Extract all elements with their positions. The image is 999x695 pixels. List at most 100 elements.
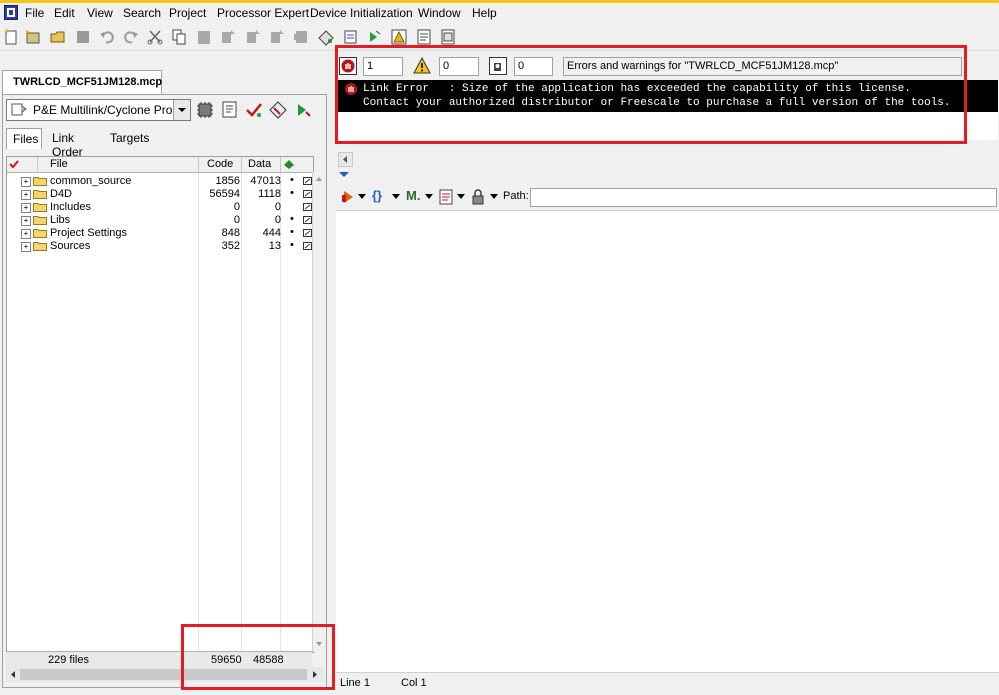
table-row[interactable]: + Includes 0 0 xyxy=(7,201,313,214)
braces-icon[interactable]: {} xyxy=(372,188,382,203)
source-editor[interactable] xyxy=(336,210,999,673)
menu-file[interactable]: File xyxy=(25,6,44,20)
debug-flag-icon[interactable] xyxy=(303,203,312,211)
menu-device-initialization[interactable]: Device Initialization xyxy=(310,6,413,20)
menu-help[interactable]: Help xyxy=(472,6,497,20)
app-icon[interactable] xyxy=(4,5,18,20)
tab-link-order-label: Link Order xyxy=(52,131,83,159)
expand-icon[interactable]: + xyxy=(21,216,31,226)
table-row[interactable]: + Libs 0 0 • xyxy=(7,213,313,227)
redo-icon[interactable] xyxy=(122,28,140,46)
folder-icon xyxy=(33,203,47,212)
chevron-down-icon[interactable] xyxy=(392,194,400,200)
expand-icon[interactable]: + xyxy=(21,203,31,213)
bean-inspector-icon[interactable] xyxy=(439,28,457,46)
debug-flag-icon[interactable] xyxy=(303,216,312,224)
path-field[interactable] xyxy=(530,188,997,207)
menu-view[interactable]: View xyxy=(87,6,113,20)
compile-icon[interactable] xyxy=(219,28,237,46)
target-settings-icon[interactable] xyxy=(195,100,215,120)
folder-icon xyxy=(33,242,47,251)
disassemble-icon[interactable] xyxy=(293,28,311,46)
build-icon[interactable] xyxy=(342,28,360,46)
scroll-up-icon[interactable] xyxy=(314,174,324,184)
debug-run-icon[interactable] xyxy=(293,100,313,120)
menu-processor-expert[interactable]: Processor Expert xyxy=(217,6,309,20)
column-header-check[interactable] xyxy=(7,157,38,173)
column-header-data[interactable]: Data xyxy=(242,157,281,173)
expand-icon[interactable]: + xyxy=(21,242,31,252)
new-project-icon[interactable] xyxy=(24,28,42,46)
expand-icon[interactable]: + xyxy=(21,177,31,187)
debug-icon[interactable] xyxy=(366,28,384,46)
bug-icon xyxy=(284,160,294,169)
project-window-tab[interactable]: TWRLCD_MCF51JM128.mcp xyxy=(2,70,162,95)
target-dropdown-arrow[interactable] xyxy=(173,100,190,120)
scroll-left-icon[interactable] xyxy=(8,669,18,680)
chevron-down-icon[interactable] xyxy=(338,171,350,179)
menu-search[interactable]: Search xyxy=(123,6,161,20)
debug-flag-icon[interactable] xyxy=(303,242,312,250)
device-init-icon[interactable] xyxy=(415,28,433,46)
target-icon xyxy=(11,103,27,116)
tab-files[interactable]: Files xyxy=(6,128,42,149)
expand-icon[interactable]: + xyxy=(21,229,31,239)
new-file-icon[interactable] xyxy=(2,28,20,46)
row-name: common_source xyxy=(50,175,132,187)
collapse-left-button[interactable] xyxy=(338,152,353,167)
save-icon[interactable] xyxy=(74,28,92,46)
target-dot-icon[interactable]: • xyxy=(290,239,294,251)
debug-flag-icon[interactable] xyxy=(303,229,312,237)
functions-icon[interactable] xyxy=(340,189,356,205)
debug-flag-icon[interactable] xyxy=(303,177,312,185)
target-dot-icon[interactable]: • xyxy=(290,213,294,225)
file-table: File Code Data + common_source 1856 4701… xyxy=(6,156,314,653)
paste-icon[interactable] xyxy=(195,28,213,46)
chevron-down-icon[interactable] xyxy=(358,194,366,200)
status-bar: Line 1 Col 1 xyxy=(336,672,999,695)
table-row[interactable]: + D4D 56594 1118 • xyxy=(7,187,313,201)
make-diamond-icon[interactable] xyxy=(268,100,288,120)
copy-icon[interactable] xyxy=(170,28,188,46)
menu-window[interactable]: Window xyxy=(418,6,461,20)
chevron-down-icon[interactable] xyxy=(490,194,498,200)
preprocess-icon[interactable] xyxy=(268,28,286,46)
highlight-box-totals xyxy=(181,624,335,690)
processor-expert-icon[interactable] xyxy=(390,28,408,46)
checkmark-icon xyxy=(9,160,19,169)
menu-edit[interactable]: Edit xyxy=(54,6,75,20)
target-dot-icon[interactable]: • xyxy=(290,226,294,238)
row-code: 1856 xyxy=(215,175,240,187)
chevron-down-icon[interactable] xyxy=(457,194,465,200)
target-dot-icon[interactable]: • xyxy=(290,174,294,186)
target-dropdown[interactable]: P&E Multilink/Cyclone Pro xyxy=(6,99,191,121)
document-icon[interactable] xyxy=(439,189,453,205)
open-folder-icon[interactable] xyxy=(49,28,67,46)
column-header-code[interactable]: Code xyxy=(199,157,242,173)
file-table-vertical-scrollbar[interactable] xyxy=(312,172,325,651)
tab-targets[interactable]: Targets xyxy=(106,128,150,148)
pane-splitter[interactable] xyxy=(336,150,999,186)
debug-flag-icon[interactable] xyxy=(303,190,312,198)
row-code: 848 xyxy=(221,227,240,239)
lock-icon[interactable] xyxy=(472,189,484,205)
row-code: 0 xyxy=(233,201,240,213)
target-dot-icon[interactable]: • xyxy=(290,187,294,199)
check-syntax-icon[interactable] xyxy=(244,28,262,46)
menu-project[interactable]: Project xyxy=(169,6,206,20)
synchronize-icon[interactable] xyxy=(220,100,240,120)
markers-icon[interactable]: M. xyxy=(406,188,420,203)
row-data: 0 xyxy=(274,214,281,226)
cut-icon[interactable] xyxy=(146,28,164,46)
undo-icon[interactable] xyxy=(98,28,116,46)
chevron-down-icon[interactable] xyxy=(425,194,433,200)
expand-icon[interactable]: + xyxy=(21,190,31,200)
table-row[interactable]: + Sources 352 13 • xyxy=(7,239,313,253)
make-check-icon[interactable] xyxy=(244,100,264,120)
table-row[interactable]: + Project Settings 848 444 • xyxy=(7,226,313,240)
table-row[interactable]: + common_source 1856 47013 • xyxy=(7,174,313,188)
column-header-file[interactable]: File xyxy=(38,157,199,173)
column-header-debug[interactable] xyxy=(281,157,313,173)
make-icon[interactable] xyxy=(317,28,335,46)
tab-link-order[interactable]: Link Order xyxy=(48,128,102,159)
